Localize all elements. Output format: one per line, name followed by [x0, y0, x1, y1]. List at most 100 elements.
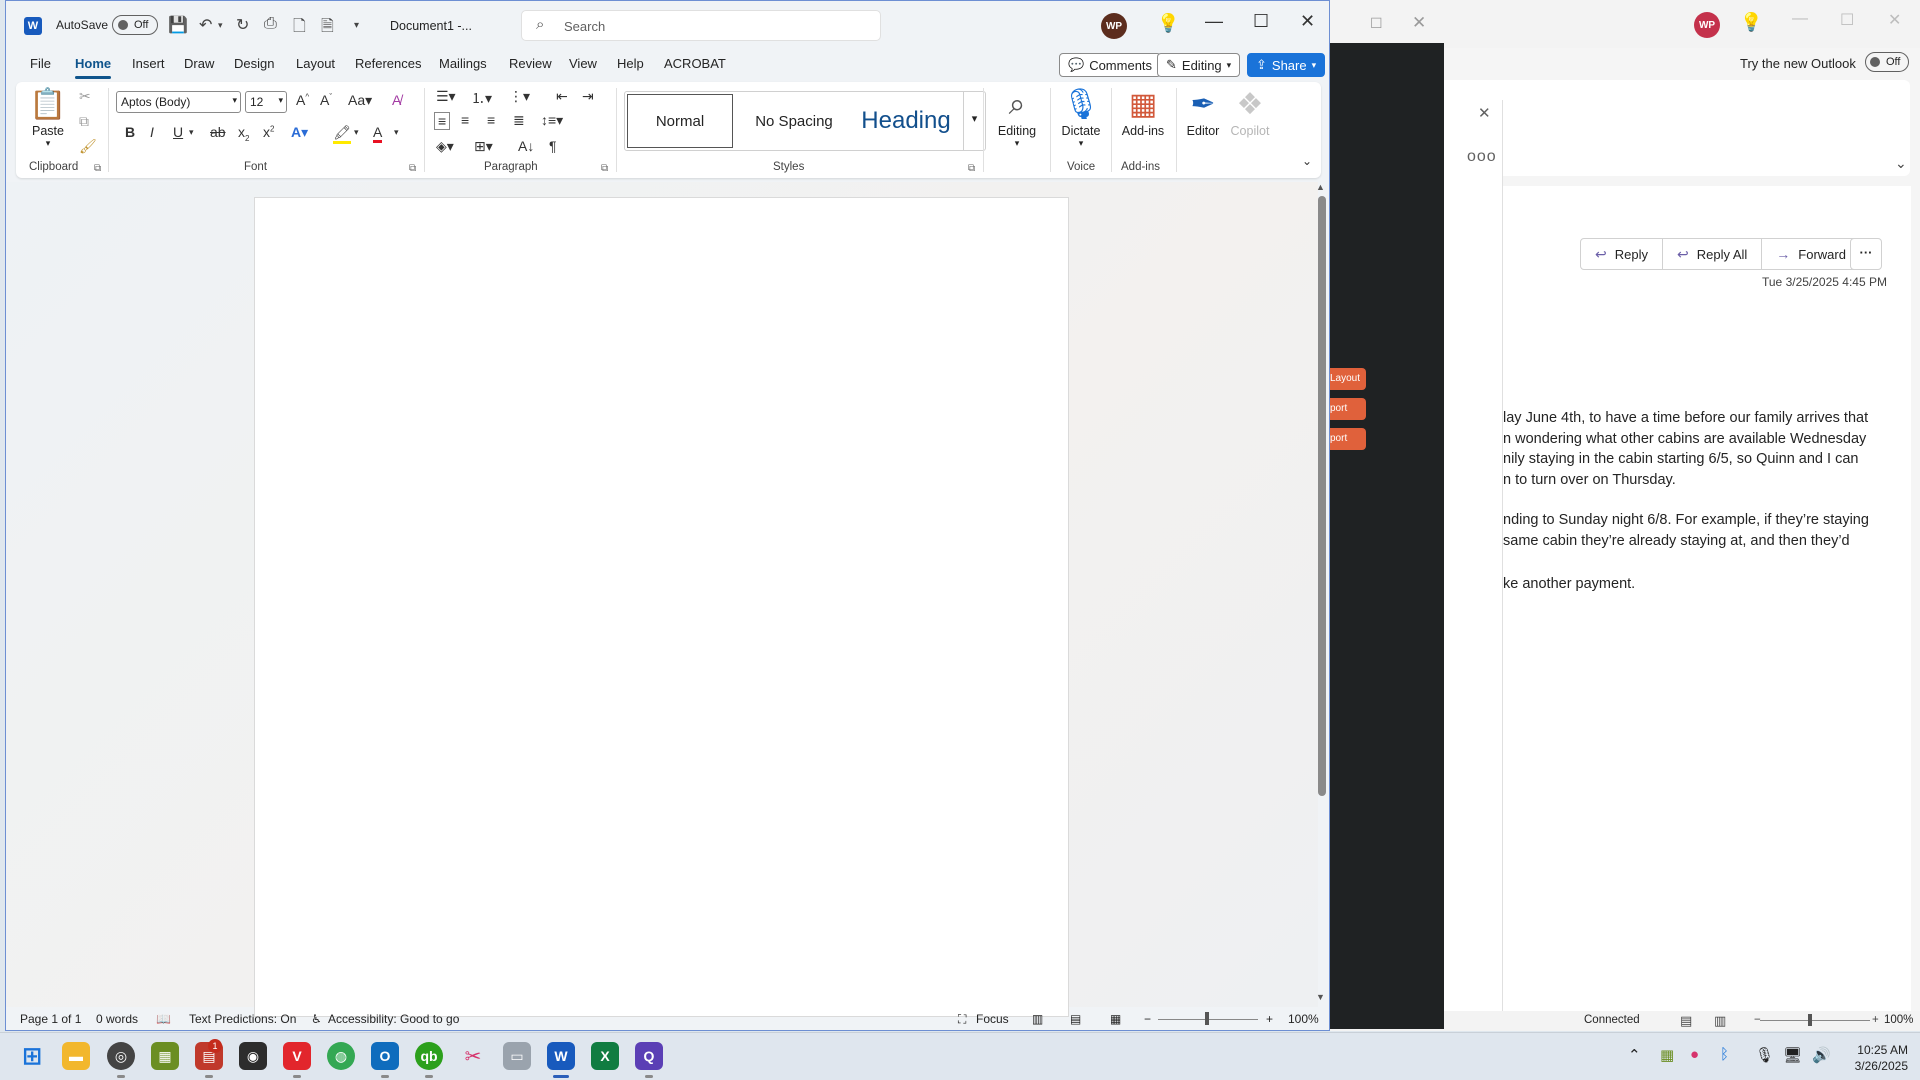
comments-button[interactable]: 💬 Comments — [1059, 53, 1162, 77]
try-new-outlook-toggle[interactable]: Off — [1865, 52, 1909, 72]
web-layout-icon[interactable]: ▦ — [1110, 1012, 1121, 1026]
chevron-up-icon[interactable]: ⌃ — [1628, 1046, 1641, 1064]
tab-references[interactable]: References — [355, 56, 421, 71]
tab-home[interactable]: Home — [75, 56, 112, 79]
accessibility-status[interactable]: Accessibility: Good to go — [328, 1012, 459, 1026]
minimize-icon[interactable]: — — [1792, 10, 1808, 28]
close-icon[interactable]: ✕ — [1412, 13, 1426, 33]
tab-layout[interactable]: Layout — [296, 56, 335, 71]
bullets-icon[interactable]: ☰▾ — [436, 88, 456, 105]
scrollbar-thumb[interactable] — [1318, 196, 1326, 796]
zoom-slider[interactable] — [1760, 1020, 1870, 1021]
collapse-ribbon-icon[interactable]: ⌄ — [1302, 154, 1312, 168]
multilevel-list-icon[interactable]: ⋮▾ — [509, 88, 530, 105]
grow-font-icon[interactable]: A^ — [296, 92, 309, 108]
tab-view[interactable]: View — [569, 56, 597, 71]
redo-icon[interactable]: ↻ — [236, 15, 249, 35]
volume-icon[interactable]: 🔊 — [1812, 1046, 1831, 1064]
editing-button[interactable]: ⌕ Editing ▾ — [991, 86, 1043, 149]
word-count[interactable]: 0 words — [96, 1012, 138, 1026]
dictate-button[interactable]: 🎙 Dictate ▾ — [1054, 86, 1108, 149]
quickbooks-icon[interactable]: qb — [415, 1042, 443, 1070]
side-tab[interactable]: port — [1328, 398, 1366, 420]
style-heading[interactable]: Heading — [851, 94, 961, 148]
editing-mode-button[interactable]: ✎ Editing ▾ — [1157, 53, 1241, 77]
start-icon[interactable]: ⊞ — [18, 1042, 46, 1070]
more-actions-button[interactable]: ··· — [1850, 238, 1882, 270]
search-box[interactable]: ⌕ Search — [521, 10, 881, 41]
normal-view-icon[interactable]: ▤ — [1680, 1013, 1692, 1029]
chrome-icon[interactable]: ◍ — [327, 1042, 355, 1070]
app-icon[interactable]: ▭ — [503, 1042, 531, 1070]
highlight-icon[interactable]: 🖍 — [333, 124, 351, 144]
increase-indent-icon[interactable]: ⇥ — [582, 88, 594, 105]
text-effects-icon[interactable]: A▾ — [291, 124, 308, 141]
format-painter-icon[interactable]: 🖌 — [79, 138, 97, 155]
share-button[interactable]: ⇪ Share ▾ — [1247, 53, 1326, 77]
style-normal[interactable]: Normal — [627, 94, 733, 148]
line-spacing-icon[interactable]: ↕≡▾ — [541, 112, 563, 129]
app-icon[interactable]: ◎ — [107, 1042, 135, 1070]
cut-icon[interactable]: ✂ — [79, 88, 91, 105]
autosave-toggle[interactable]: Off — [112, 15, 158, 35]
close-icon[interactable]: ✕ — [1300, 11, 1315, 32]
zoom-slider-thumb[interactable] — [1205, 1012, 1209, 1025]
side-tab[interactable]: port — [1328, 428, 1366, 450]
dialog-launcher-icon[interactable]: ⧉ — [968, 163, 975, 174]
undo-icon[interactable]: ↶ — [199, 15, 212, 35]
tab-draw[interactable]: Draw — [184, 56, 214, 71]
decrease-indent-icon[interactable]: ⇤ — [556, 88, 568, 105]
tray-app-icon[interactable]: ▦ — [1660, 1046, 1674, 1064]
forward-button[interactable]: → Forward — [1762, 239, 1860, 269]
align-center-icon[interactable]: ≡ — [461, 112, 469, 128]
font-color-dropdown-icon[interactable]: ▾ — [394, 127, 399, 138]
dialog-launcher-icon[interactable]: ⧉ — [409, 163, 416, 174]
align-left-icon[interactable]: ≡ — [434, 112, 451, 130]
microphone-icon[interactable]: 🎙 — [1755, 1046, 1774, 1064]
side-tab[interactable]: Layout — [1328, 368, 1366, 390]
tab-review[interactable]: Review — [509, 56, 552, 71]
font-name-select[interactable]: Aptos (Body) ▾ — [116, 91, 241, 113]
bluetooth-icon[interactable]: ᛒ — [1720, 1046, 1729, 1063]
app-icon[interactable]: ▦ — [151, 1042, 179, 1070]
copy-icon[interactable]: ⧉ — [79, 113, 89, 130]
focus-mode-button[interactable]: Focus — [976, 1012, 1009, 1026]
dialog-launcher-icon[interactable]: ⧉ — [601, 163, 608, 174]
tab-design[interactable]: Design — [234, 56, 274, 71]
tab-help[interactable]: Help — [617, 56, 644, 71]
document-icon[interactable]: 🗋 — [293, 15, 306, 42]
network-icon[interactable]: 🖥 — [1783, 1046, 1802, 1064]
outlook-avatar[interactable]: WP — [1694, 12, 1720, 38]
zoom-level[interactable]: 100% — [1288, 1012, 1319, 1026]
zoom-in-icon[interactable]: + — [1872, 1014, 1879, 1026]
style-no-spacing[interactable]: No Spacing — [739, 94, 849, 148]
reading-view-icon[interactable]: ▥ — [1714, 1013, 1726, 1029]
outlook-icon[interactable]: O — [371, 1042, 399, 1070]
vivaldi-icon[interactable]: V — [283, 1042, 311, 1070]
bold-icon[interactable]: B — [125, 124, 135, 140]
borders-icon[interactable]: ⊞▾ — [474, 138, 493, 155]
styles-more-icon[interactable]: ▾ — [963, 92, 985, 150]
superscript-icon[interactable]: x2 — [263, 124, 274, 140]
clear-formatting-icon[interactable]: A̸ — [392, 92, 401, 108]
customize-qat-icon[interactable]: ▾ — [354, 20, 359, 31]
scroll-down-icon[interactable]: ▼ — [1316, 992, 1325, 1002]
zoom-level[interactable]: 100% — [1884, 1014, 1913, 1026]
app-icon[interactable]: Q — [635, 1042, 663, 1070]
change-case-icon[interactable]: Aa▾ — [348, 92, 372, 109]
document-name[interactable]: Document1 -... — [390, 19, 472, 33]
file-explorer-icon[interactable]: ▬ — [62, 1042, 90, 1070]
underline-icon[interactable]: U — [173, 124, 183, 140]
scroll-up-icon[interactable]: ▲ — [1316, 182, 1325, 192]
zoom-out-icon[interactable]: − — [1144, 1012, 1151, 1026]
show-formatting-icon[interactable]: ¶ — [549, 138, 557, 154]
excel-icon[interactable]: X — [591, 1042, 619, 1070]
underline-dropdown-icon[interactable]: ▾ — [189, 127, 194, 138]
save-icon[interactable]: 💾 — [168, 15, 188, 35]
paste-button[interactable]: 📋 Paste ▾ — [24, 86, 72, 149]
tab-mailings[interactable]: Mailings — [439, 56, 487, 71]
chevron-down-icon[interactable]: ⌄ — [1895, 155, 1907, 172]
tab-file[interactable]: File — [30, 56, 51, 71]
zoom-slider-thumb[interactable] — [1808, 1014, 1812, 1026]
reply-all-button[interactable]: ↩ Reply All — [1663, 239, 1763, 269]
